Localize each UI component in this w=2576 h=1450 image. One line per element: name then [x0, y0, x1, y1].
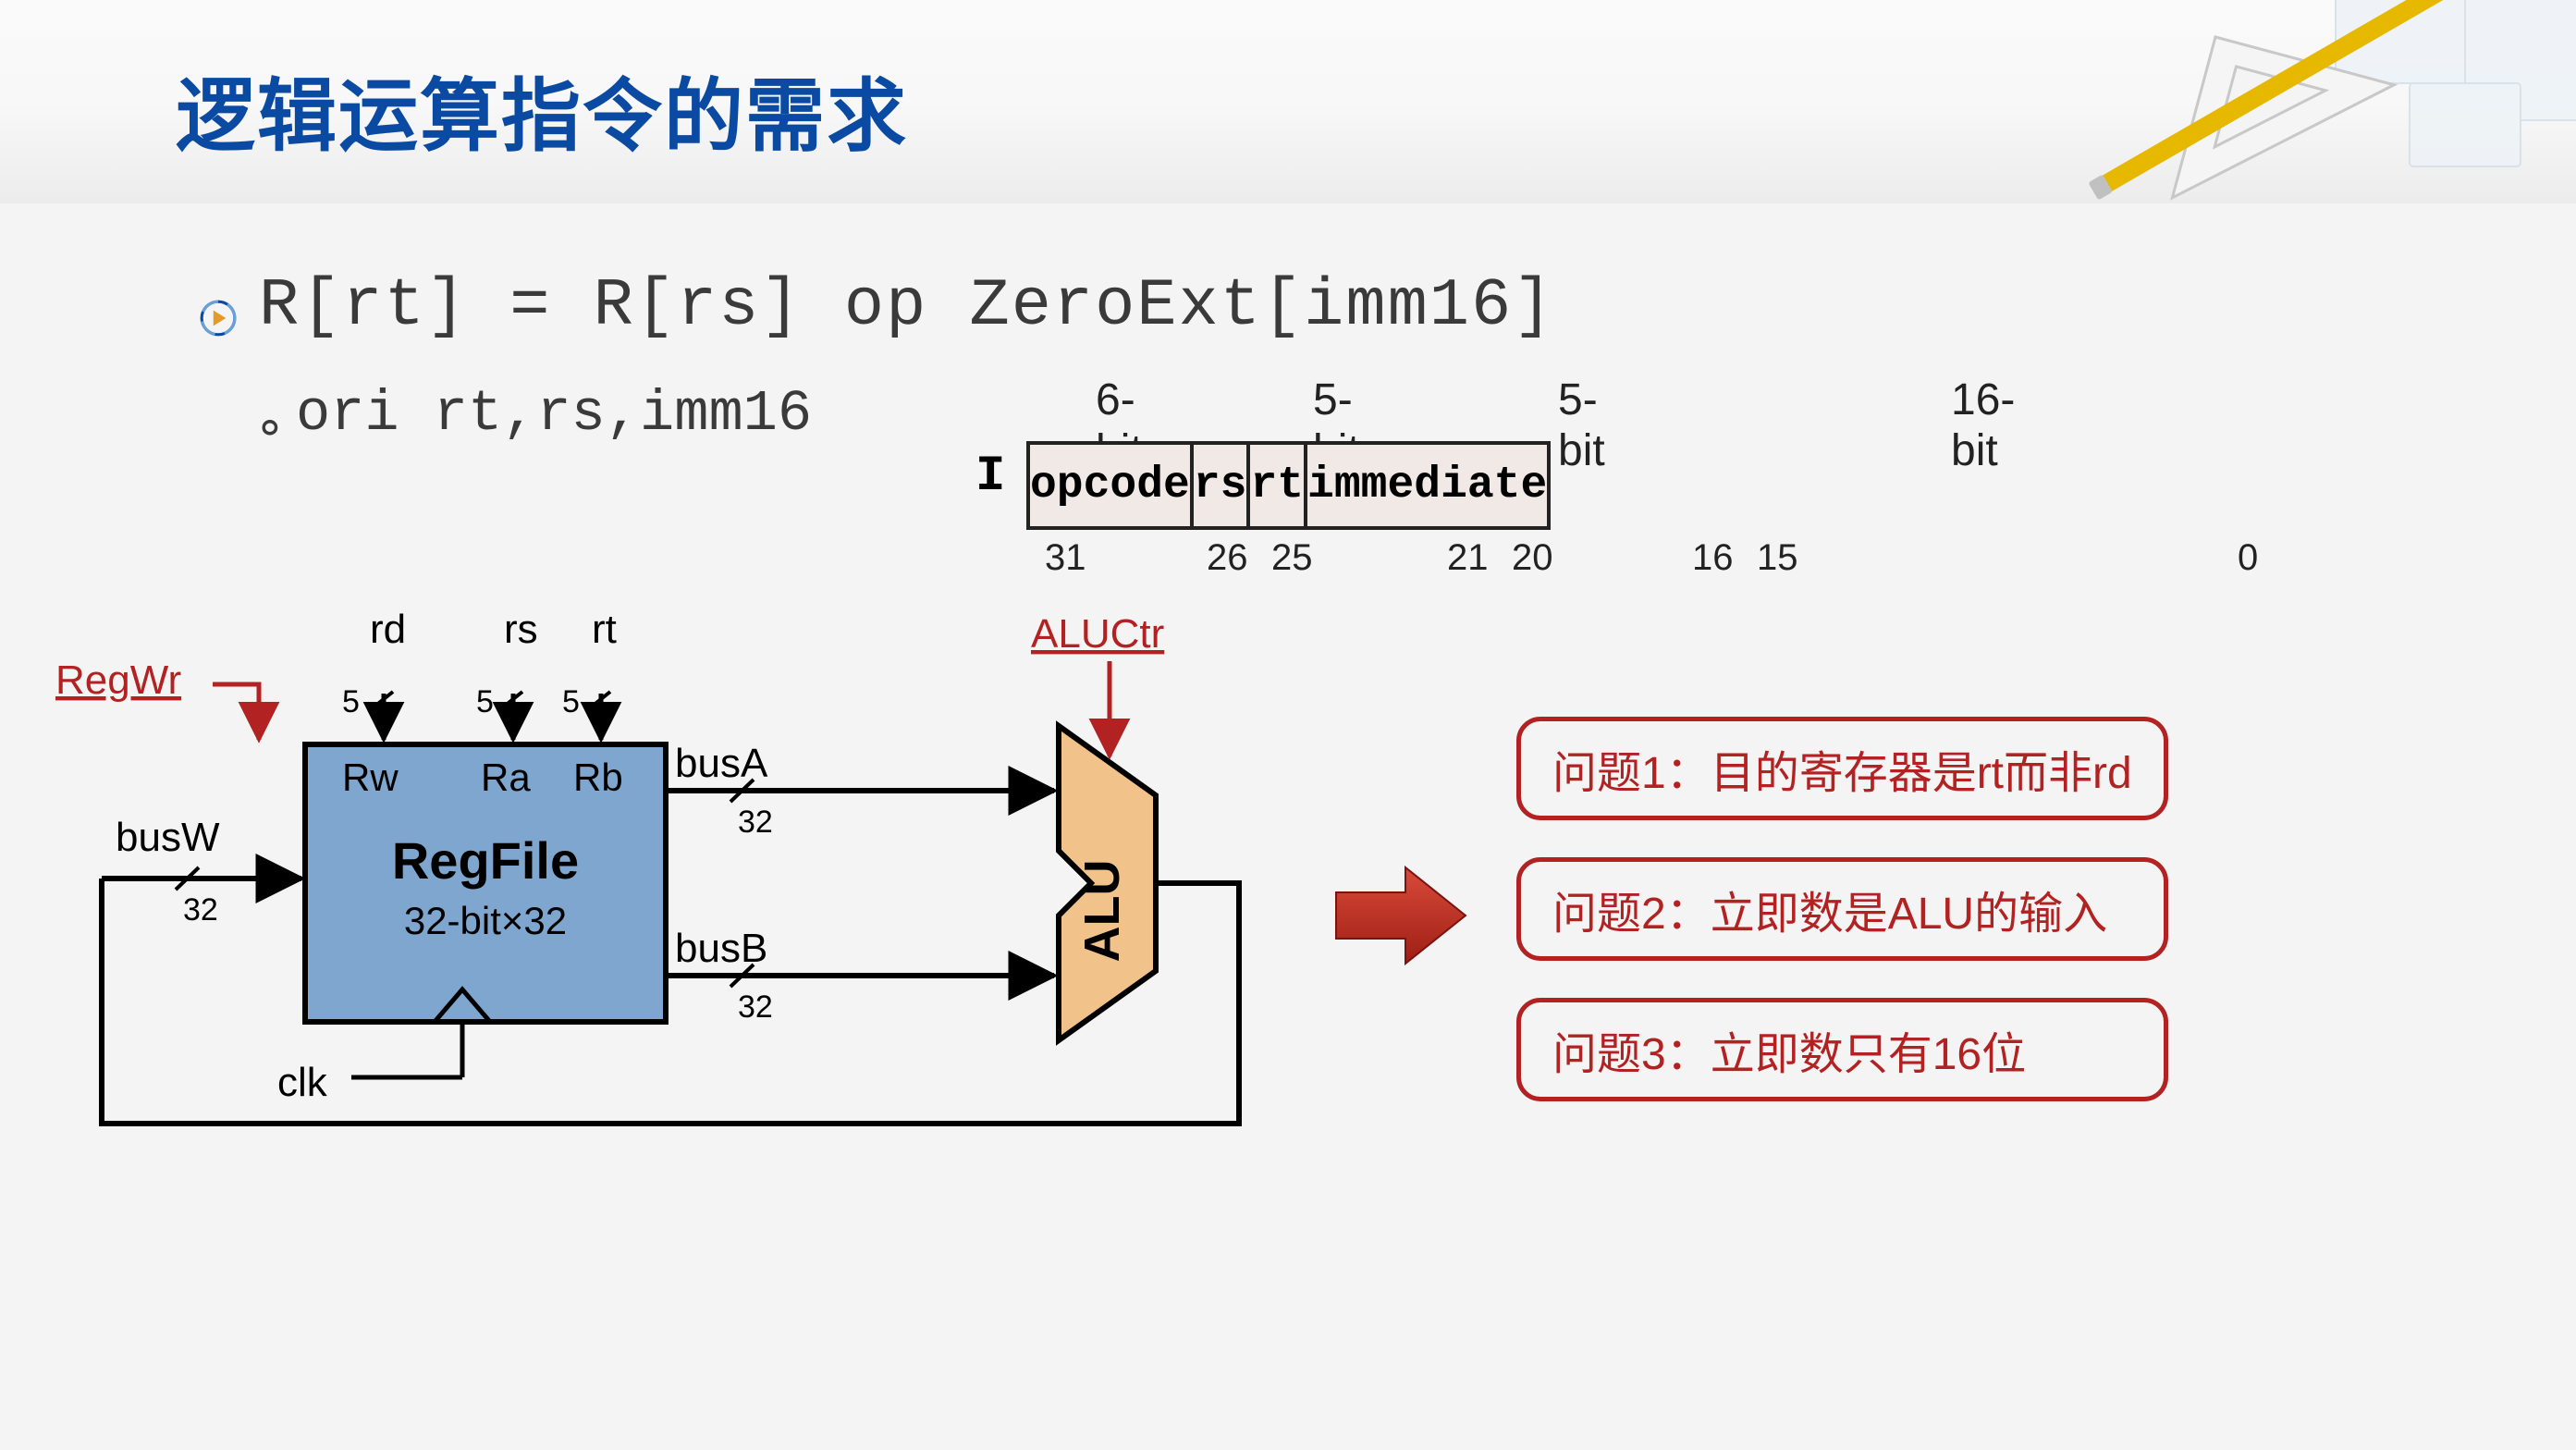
svg-text:32: 32	[183, 892, 218, 928]
svg-text:32-bit×32: 32-bit×32	[404, 899, 567, 942]
arrow-right-icon	[1331, 860, 1470, 971]
format-table: opcode rs rt immediate	[1026, 441, 1551, 530]
svg-text:clk: clk	[277, 1060, 328, 1105]
svg-text:5: 5	[342, 684, 360, 719]
svg-text:ALUCtr: ALUCtr	[1031, 611, 1164, 657]
svg-text:5: 5	[562, 684, 580, 719]
range-16: 16	[1692, 537, 1734, 579]
range-25: 25	[1271, 537, 1313, 579]
problem-1: 问题1：目的寄存器是rt而非rd	[1516, 717, 2168, 820]
svg-text:RegFile: RegFile	[392, 831, 579, 890]
svg-text:32: 32	[738, 989, 773, 1025]
sub-bullet-marker: ∘	[254, 398, 286, 456]
svg-text:32: 32	[738, 805, 773, 840]
svg-text:5: 5	[476, 684, 494, 719]
problem-list: 问题1：目的寄存器是rt而非rd 问题2：立即数是ALU的输入 问题3：立即数只…	[1516, 717, 2168, 1138]
format-type-label: I	[975, 449, 1005, 505]
problem-2: 问题2：立即数是ALU的输入	[1516, 857, 2168, 961]
range-26: 26	[1207, 537, 1248, 579]
corner-decoration	[2021, 0, 2576, 222]
field-opcode: opcode	[1028, 443, 1192, 528]
svg-text:busA: busA	[675, 741, 768, 786]
svg-text:Rw: Rw	[342, 756, 399, 799]
field-immediate: immediate	[1306, 443, 1549, 528]
problem-3: 问题3：立即数只有16位	[1516, 998, 2168, 1101]
svg-text:Rb: Rb	[573, 756, 623, 799]
svg-text:rd: rd	[370, 607, 406, 652]
field-rs: rs	[1192, 443, 1249, 528]
svg-text:Ra: Ra	[481, 756, 531, 799]
svg-text:rs: rs	[504, 607, 538, 652]
bit-width-2: 5-bit	[1558, 375, 1605, 476]
sub-bullet-text: ori rt,rs,imm16	[296, 381, 812, 447]
range-31: 31	[1045, 537, 1086, 579]
range-21: 21	[1447, 537, 1489, 579]
bit-width-3: 16-bit	[1951, 375, 2015, 476]
svg-text:rt: rt	[592, 607, 617, 652]
svg-text:busW: busW	[116, 815, 220, 860]
field-rt: rt	[1248, 443, 1306, 528]
slide-title: 逻辑运算指令的需求	[176, 51, 908, 166]
range-15: 15	[1757, 537, 1798, 579]
svg-text:ALU: ALU	[1074, 860, 1130, 963]
rtl-expression: R[rt] = R[rs] op ZeroExt[imm16]	[259, 268, 1554, 344]
bullet-icon	[199, 299, 238, 338]
range-0: 0	[2238, 537, 2258, 579]
svg-text:RegWr: RegWr	[55, 657, 181, 703]
datapath-diagram: Rw Ra Rb RegFile 32-bit×32 rd rs rt 5 5 …	[46, 601, 1294, 1174]
svg-text:busB: busB	[675, 926, 767, 971]
range-20: 20	[1512, 537, 1553, 579]
